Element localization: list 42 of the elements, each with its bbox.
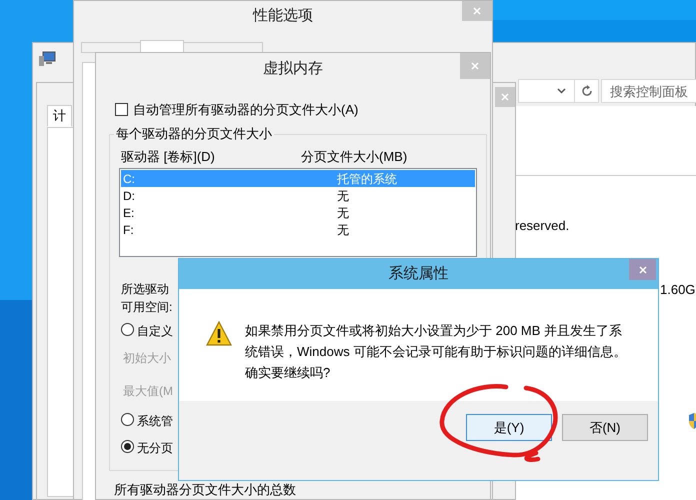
- close-icon: [471, 62, 479, 70]
- tab[interactable]: [81, 42, 141, 53]
- checkbox-label[interactable]: 自动管理所有驱动器的分页文件大小(A): [133, 100, 358, 120]
- copyright-text: reserved.: [515, 217, 570, 235]
- tab[interactable]: [183, 42, 263, 53]
- tab[interactable]: 计: [47, 105, 72, 127]
- close-icon: [473, 7, 481, 15]
- refresh-icon: [580, 85, 592, 97]
- search-field[interactable]: 搜索控制面板: [601, 79, 696, 103]
- close-icon: [501, 93, 509, 101]
- computer-icon: [39, 51, 57, 67]
- processor-speed-text: 1.60G: [660, 281, 696, 299]
- radio-label[interactable]: 自定义: [137, 322, 173, 340]
- tab[interactable]: [140, 40, 184, 53]
- column-header: 分页文件大小(MB): [301, 148, 408, 166]
- radio-label[interactable]: 系统管: [137, 412, 173, 430]
- dialog-button[interactable]: 否(N): [562, 414, 648, 441]
- window-title: 虚拟内存: [263, 59, 323, 79]
- free-space-label: 可用空间:: [121, 299, 173, 316]
- close-icon: [638, 266, 646, 274]
- window-title: 性能选项: [253, 6, 313, 26]
- dialog-title: 系统属性: [388, 264, 448, 284]
- close-button[interactable]: [460, 53, 490, 79]
- warning-icon: [206, 321, 232, 347]
- dialog-message: 如果禁用分页文件或将初始大小设置为少于 200 MB 并且发生了系统错误，Windows 可能不会记录可能有助于标识问题的详细信息。确实要继续吗?: [245, 322, 628, 382]
- chevron-down-icon[interactable]: [557, 88, 566, 94]
- radio-button[interactable]: [121, 323, 134, 336]
- selected-drive-label: 所选驱动: [121, 281, 170, 298]
- close-button[interactable]: [462, 1, 492, 21]
- checkbox[interactable]: [115, 103, 128, 116]
- refresh-button[interactable]: [574, 79, 599, 103]
- field-label: 最大值(M: [123, 384, 173, 398]
- radio-label[interactable]: 无分页: [137, 439, 173, 457]
- radio-button[interactable]: [121, 440, 134, 453]
- group-title: 所有驱动器分页文件大小的总数: [114, 482, 296, 497]
- radio-button[interactable]: [121, 413, 134, 426]
- close-button[interactable]: [629, 259, 656, 280]
- close-button[interactable]: [495, 87, 515, 107]
- column-header: 驱动器 [卷标](D): [121, 148, 215, 166]
- dialog-button[interactable]: 是(Y): [466, 414, 552, 441]
- field-label: 初始大小: [123, 351, 171, 365]
- address-field[interactable]: [518, 79, 575, 103]
